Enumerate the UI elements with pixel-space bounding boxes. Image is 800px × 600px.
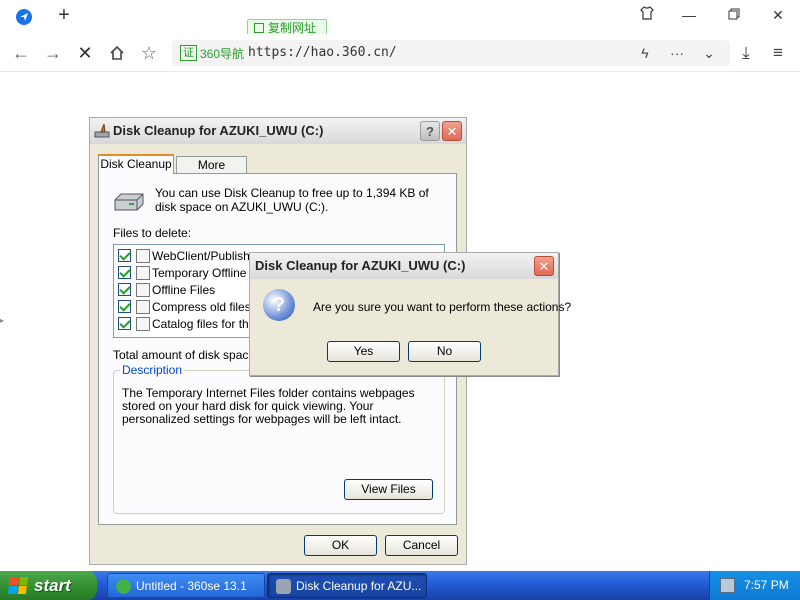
- restore-button[interactable]: [721, 4, 747, 26]
- checkbox[interactable]: [118, 317, 131, 330]
- total-space-label: Total amount of disk space y: [113, 348, 265, 362]
- browser-tab[interactable]: [8, 4, 40, 30]
- download-icon[interactable]: ⤓: [733, 40, 759, 66]
- file-icon: [136, 248, 150, 263]
- tab-more-options[interactable]: More Options: [176, 156, 247, 188]
- file-icon: [136, 316, 150, 331]
- files-to-delete-label: Files to delete:: [113, 226, 192, 240]
- file-name: Catalog files for the: [152, 316, 256, 331]
- windows-logo-icon: [7, 577, 29, 594]
- skin-icon[interactable]: [634, 4, 660, 26]
- browser-360-icon: [116, 579, 131, 594]
- favorites-icon[interactable]: ☆: [136, 40, 162, 66]
- cert-site-name: 360导航: [200, 46, 245, 61]
- url-text[interactable]: https://hao.360.cn/: [248, 45, 397, 60]
- system-tray: 7:57 PM: [709, 571, 800, 600]
- side-panel-arrow-icon[interactable]: ▸: [0, 316, 4, 325]
- confirm-close-button[interactable]: ✕: [534, 256, 554, 276]
- file-name: Offline Files: [152, 282, 216, 297]
- cancel-button[interactable]: Cancel: [385, 535, 458, 556]
- network-icon[interactable]: [720, 578, 735, 593]
- file-name: Temporary Offline F: [152, 265, 258, 280]
- view-files-button[interactable]: View Files: [344, 479, 433, 500]
- description-text: The Temporary Internet Files folder cont…: [122, 386, 415, 426]
- no-button[interactable]: No: [408, 341, 481, 362]
- intro-text: You can use Disk Cleanup to free up to 1…: [155, 186, 429, 214]
- browser-toolbar: ← → ✕ ☆ 证 360导航 https://hao.360.cn/ ϟ ··…: [0, 34, 800, 72]
- disk-cleanup-icon: [276, 579, 291, 594]
- stop-icon[interactable]: ✕: [72, 40, 98, 66]
- start-label: start: [34, 576, 71, 595]
- checkbox[interactable]: [118, 283, 131, 296]
- more-dots-icon[interactable]: ···: [666, 43, 688, 63]
- confirm-message: Are you sure you want to perform these a…: [313, 300, 572, 314]
- file-name: WebClient/Publishe: [152, 248, 257, 263]
- taskbar-item-disk-cleanup[interactable]: Disk Cleanup for AZU...: [267, 573, 427, 598]
- back-icon[interactable]: ←: [8, 40, 34, 66]
- help-button[interactable]: ?: [420, 121, 440, 141]
- lightning-icon[interactable]: ϟ: [634, 43, 656, 63]
- taskbar-item-label: Untitled - 360se 13.1: [136, 579, 247, 593]
- tab-disk-cleanup[interactable]: Disk Cleanup: [98, 154, 174, 174]
- checkbox[interactable]: [118, 300, 131, 313]
- certificate-icon: 证: [180, 45, 197, 61]
- clock[interactable]: 7:57 PM: [744, 571, 789, 600]
- menu-icon[interactable]: ≡: [765, 40, 791, 66]
- description-legend: Description: [120, 363, 185, 377]
- copy-icon: [254, 23, 264, 33]
- forward-icon[interactable]: →: [40, 40, 66, 66]
- list-item[interactable]: Catalog files for the: [118, 315, 255, 332]
- file-name: Compress old files: [152, 299, 251, 314]
- close-window-button[interactable]: ✕: [765, 4, 791, 26]
- hard-drive-icon: [114, 193, 144, 211]
- dialog-close-button[interactable]: ✕: [442, 121, 462, 141]
- start-button[interactable]: start: [0, 571, 97, 600]
- list-item[interactable]: WebClient/Publishe: [118, 247, 257, 264]
- home-icon[interactable]: [104, 40, 130, 66]
- file-icon: [136, 265, 150, 280]
- disk-cleanup-icon: [94, 123, 110, 138]
- taskbar-item-360se[interactable]: Untitled - 360se 13.1: [107, 573, 265, 598]
- confirm-dialog: Disk Cleanup for AZUKI_UWU (C:) ✕ ? Are …: [249, 252, 571, 376]
- ok-button[interactable]: OK: [304, 535, 377, 556]
- yes-button[interactable]: Yes: [327, 341, 400, 362]
- dialog-title: Disk Cleanup for AZUKI_UWU (C:): [113, 123, 324, 138]
- checkbox[interactable]: [118, 266, 131, 279]
- question-icon: ?: [263, 289, 295, 321]
- taskbar: start Untitled - 360se 13.1 Disk Cleanup…: [0, 571, 800, 600]
- site-certificate-badge[interactable]: 证 360导航: [180, 44, 244, 62]
- copy-url-label: 复制网址: [268, 21, 317, 35]
- navigation-arrow-icon: [16, 9, 32, 25]
- dialog-titlebar[interactable]: Disk Cleanup for AZUKI_UWU (C:) ? ✕: [90, 118, 466, 144]
- confirm-title: Disk Cleanup for AZUKI_UWU (C:): [255, 258, 466, 273]
- list-item[interactable]: Temporary Offline F: [118, 264, 257, 281]
- browser-tab-bar: + 复制网址 — ✕: [0, 0, 800, 37]
- new-tab-button[interactable]: +: [52, 4, 76, 28]
- file-icon: [136, 282, 150, 297]
- taskbar-item-label: Disk Cleanup for AZU...: [296, 579, 422, 593]
- address-bar[interactable]: 证 360导航 https://hao.360.cn/ ϟ ··· ⌄: [172, 40, 730, 66]
- list-item[interactable]: Offline Files: [118, 281, 215, 298]
- file-icon: [136, 299, 150, 314]
- list-item[interactable]: Compress old files: [118, 298, 251, 315]
- checkbox[interactable]: [118, 249, 131, 262]
- chevron-down-icon[interactable]: ⌄: [698, 43, 720, 63]
- confirm-titlebar[interactable]: Disk Cleanup for AZUKI_UWU (C:) ✕: [250, 253, 558, 279]
- minimize-button[interactable]: —: [676, 4, 702, 26]
